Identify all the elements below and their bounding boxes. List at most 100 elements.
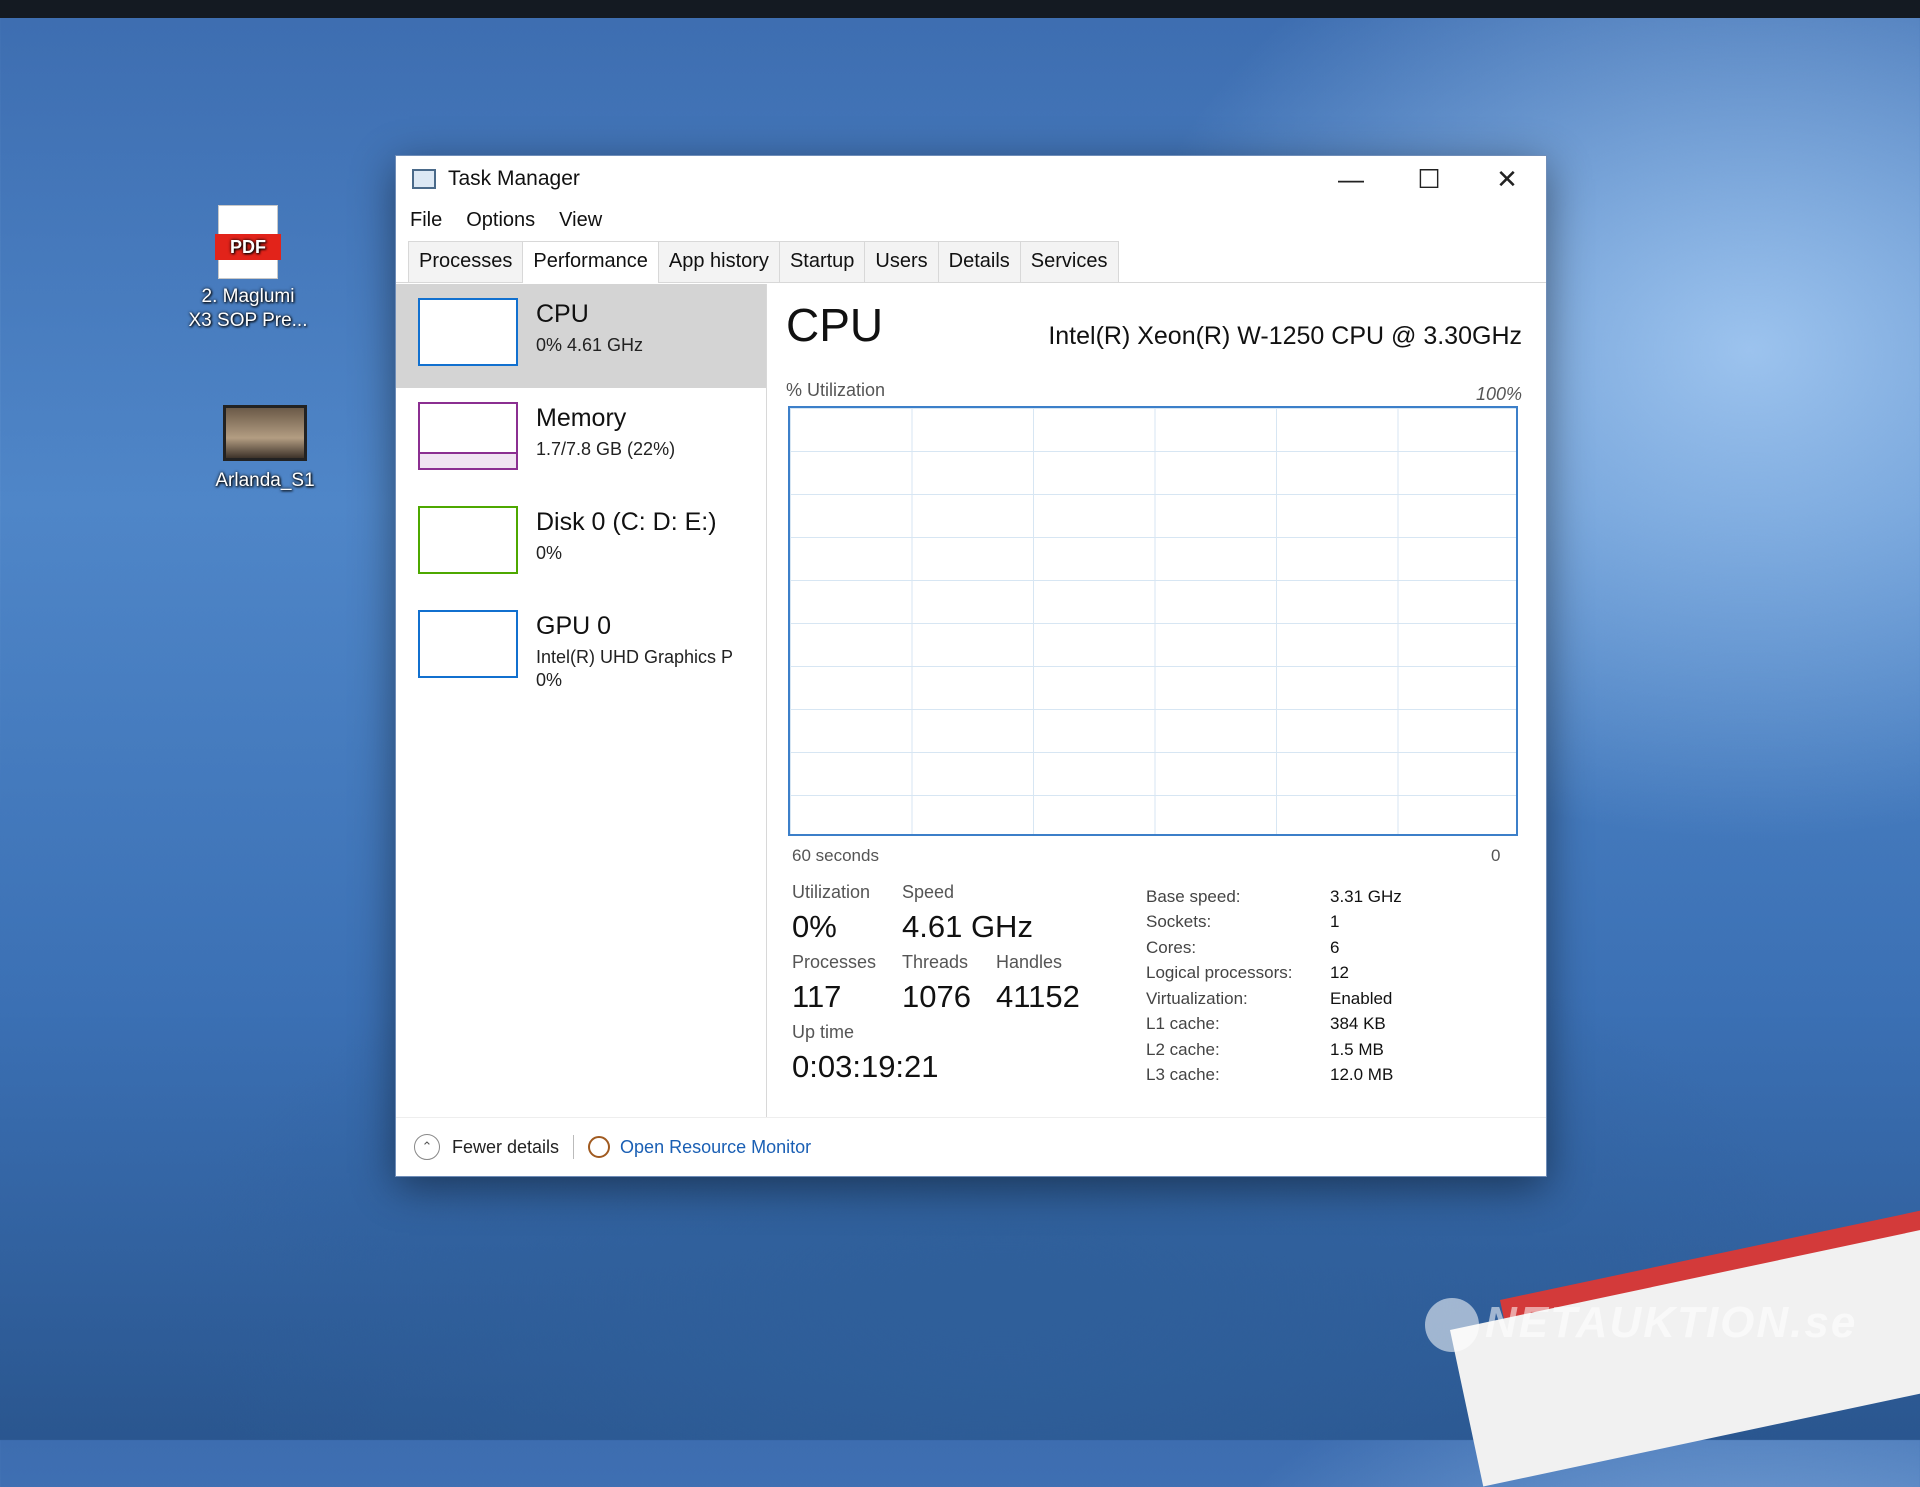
tab-users[interactable]: Users: [864, 241, 939, 282]
cpu-model-name: Intel(R) Xeon(R) W-1250 CPU @ 3.30GHz: [1048, 322, 1522, 350]
window-title: Task Manager: [448, 167, 580, 190]
cpu-mini-graph: [418, 298, 518, 366]
monitor-bezel: [0, 0, 1920, 18]
memory-usage-fill: [420, 451, 516, 468]
stat-value: 41152: [996, 979, 1080, 1014]
footer-divider: [573, 1135, 575, 1159]
tab-details[interactable]: Details: [937, 241, 1021, 282]
pdf-badge: PDF: [215, 234, 281, 260]
chevron-up-icon[interactable]: ⌃: [414, 1134, 440, 1160]
memory-mini-graph: [418, 402, 518, 470]
sidebar-item-disk[interactable]: Disk 0 (C: D: E:) 0%: [396, 492, 766, 596]
menu-view[interactable]: View: [559, 209, 602, 232]
stat-value: 4.61 GHz: [902, 909, 1033, 944]
video-file-icon: [223, 405, 307, 461]
fewer-details-button[interactable]: Fewer details: [452, 1137, 559, 1158]
desktop-icon-video[interactable]: Arlanda_S1: [195, 405, 335, 493]
spec-row: Virtualization: Enabled: [1146, 986, 1402, 1012]
stat-label: Threads: [902, 952, 969, 972]
tab-app-history[interactable]: App history: [657, 241, 780, 282]
close-button[interactable]: ✕: [1468, 156, 1546, 202]
gpu-mini-graph: [418, 610, 518, 678]
tab-bar: Processes Performance App history Startu…: [396, 238, 1546, 283]
sidebar-item-gpu[interactable]: GPU 0 Intel(R) UHD Graphics P 0%: [396, 596, 766, 700]
task-manager-app-icon: [412, 169, 436, 189]
open-resource-monitor-link[interactable]: Open Resource Monitor: [620, 1137, 811, 1158]
window-controls: — ☐ ✕: [1312, 156, 1546, 202]
spec-key: L3 cache:: [1146, 1065, 1220, 1085]
sidebar-item-title: GPU 0: [536, 612, 612, 640]
stat-speed: Speed 4.61 GHz: [902, 882, 1033, 945]
spec-row: Cores: 6: [1146, 935, 1402, 961]
desktop-icon-label: 2. Maglumi: [201, 286, 295, 307]
pdf-file-icon: PDF: [215, 205, 281, 279]
spec-key: Logical processors:: [1146, 963, 1293, 983]
stat-value: 0:03:19:21: [792, 1049, 939, 1084]
spec-row: L2 cache: 1.5 MB: [1146, 1037, 1402, 1063]
spec-row: L3 cache: 12.0 MB: [1146, 1063, 1402, 1089]
tab-services[interactable]: Services: [1019, 241, 1119, 282]
stat-value: 117: [792, 979, 842, 1014]
spec-row: Logical processors: 12: [1146, 961, 1402, 987]
spec-value: 1.5 MB: [1330, 1039, 1384, 1059]
cpu-detail-panel: CPU Intel(R) Xeon(R) W-1250 CPU @ 3.30GH…: [786, 284, 1522, 1118]
spec-value: 384 KB: [1330, 1014, 1386, 1034]
cpu-specs: Base speed: 3.31 GHz Sockets: 1 Cores: 6 Lo…: [1146, 884, 1402, 1088]
spec-key: Virtualization:: [1146, 988, 1248, 1008]
graph-min-label: 0: [1491, 846, 1501, 865]
graph-max-label: 100%: [1475, 384, 1522, 404]
sidebar-item-sub: 0%: [536, 670, 563, 690]
stat-label: Speed: [902, 882, 955, 902]
spec-value: 1: [1330, 912, 1340, 932]
spec-row: Base speed: 3.31 GHz: [1146, 884, 1402, 910]
spec-key: L1 cache:: [1146, 1014, 1220, 1034]
sidebar-item-title: CPU: [536, 300, 589, 328]
spec-value: 3.31 GHz: [1330, 886, 1402, 906]
desktop-icon-label: X3 SOP Pre...: [188, 310, 308, 331]
sidebar-item-sub: 0%: [536, 543, 563, 563]
spec-key: Sockets:: [1146, 912, 1212, 932]
graph-time-label: 60 seconds: [792, 846, 879, 865]
disk-mini-graph: [418, 506, 518, 574]
stat-uptime: Up time 0:03:19:21: [792, 1022, 939, 1085]
cpu-utilization-graph[interactable]: [788, 406, 1518, 836]
sidebar-item-sub: Intel(R) UHD Graphics P: [536, 647, 734, 667]
stat-utilization: Utilization 0%: [792, 882, 870, 945]
sidebar-item-title: Memory: [536, 404, 627, 432]
stat-value: 0%: [792, 909, 837, 944]
page-title: CPU: [786, 299, 884, 351]
stat-label: Utilization: [792, 882, 871, 902]
tab-startup[interactable]: Startup: [778, 241, 866, 282]
spec-row: L1 cache: 384 KB: [1146, 1012, 1402, 1038]
watermark-logo-icon: [1425, 1298, 1479, 1353]
resource-sidebar: CPU 0% 4.61 GHz Memory 1.7/7.8 GB (22%) …: [396, 284, 767, 1118]
stat-processes: Processes 117: [792, 952, 876, 1015]
minimize-button[interactable]: —: [1312, 156, 1390, 202]
spec-key: L2 cache:: [1146, 1039, 1220, 1059]
title-bar[interactable]: Task Manager — ☐ ✕: [396, 156, 1546, 202]
spec-value: 12.0 MB: [1330, 1065, 1394, 1085]
menu-bar: File Options View: [396, 202, 1546, 238]
sidebar-item-cpu[interactable]: CPU 0% 4.61 GHz: [396, 284, 766, 388]
maximize-button[interactable]: ☐: [1390, 156, 1468, 202]
footer-bar: ⌃ Fewer details Open Resource Monitor: [396, 1117, 1546, 1176]
sidebar-item-memory[interactable]: Memory 1.7/7.8 GB (22%): [396, 388, 766, 492]
stat-threads: Threads 1076: [902, 952, 971, 1015]
sidebar-item-sub: 0% 4.61 GHz: [536, 335, 644, 355]
resource-monitor-icon[interactable]: [588, 1136, 611, 1158]
desktop-icon-label: Arlanda_S1: [215, 470, 315, 491]
watermark: NETAUKTION.se: [1425, 1298, 1858, 1353]
tab-processes[interactable]: Processes: [408, 241, 524, 282]
menu-options[interactable]: Options: [466, 209, 535, 232]
spec-value: Enabled: [1330, 988, 1393, 1008]
utilization-axis-label: % Utilization: [786, 380, 886, 400]
stat-value: 1076: [902, 979, 971, 1014]
menu-file[interactable]: File: [410, 209, 442, 232]
task-manager-window: Task Manager — ☐ ✕ File Options View Pro…: [395, 155, 1547, 1177]
watermark-text: NETAUKTION.se: [1485, 1298, 1858, 1347]
desktop-icon-pdf[interactable]: PDF 2. Maglumi X3 SOP Pre...: [178, 205, 318, 333]
performance-content: CPU 0% 4.61 GHz Memory 1.7/7.8 GB (22%) …: [396, 284, 1546, 1118]
spec-value: 12: [1330, 963, 1349, 983]
tab-performance[interactable]: Performance: [522, 241, 659, 283]
sidebar-item-title: Disk 0 (C: D: E:): [536, 508, 717, 536]
